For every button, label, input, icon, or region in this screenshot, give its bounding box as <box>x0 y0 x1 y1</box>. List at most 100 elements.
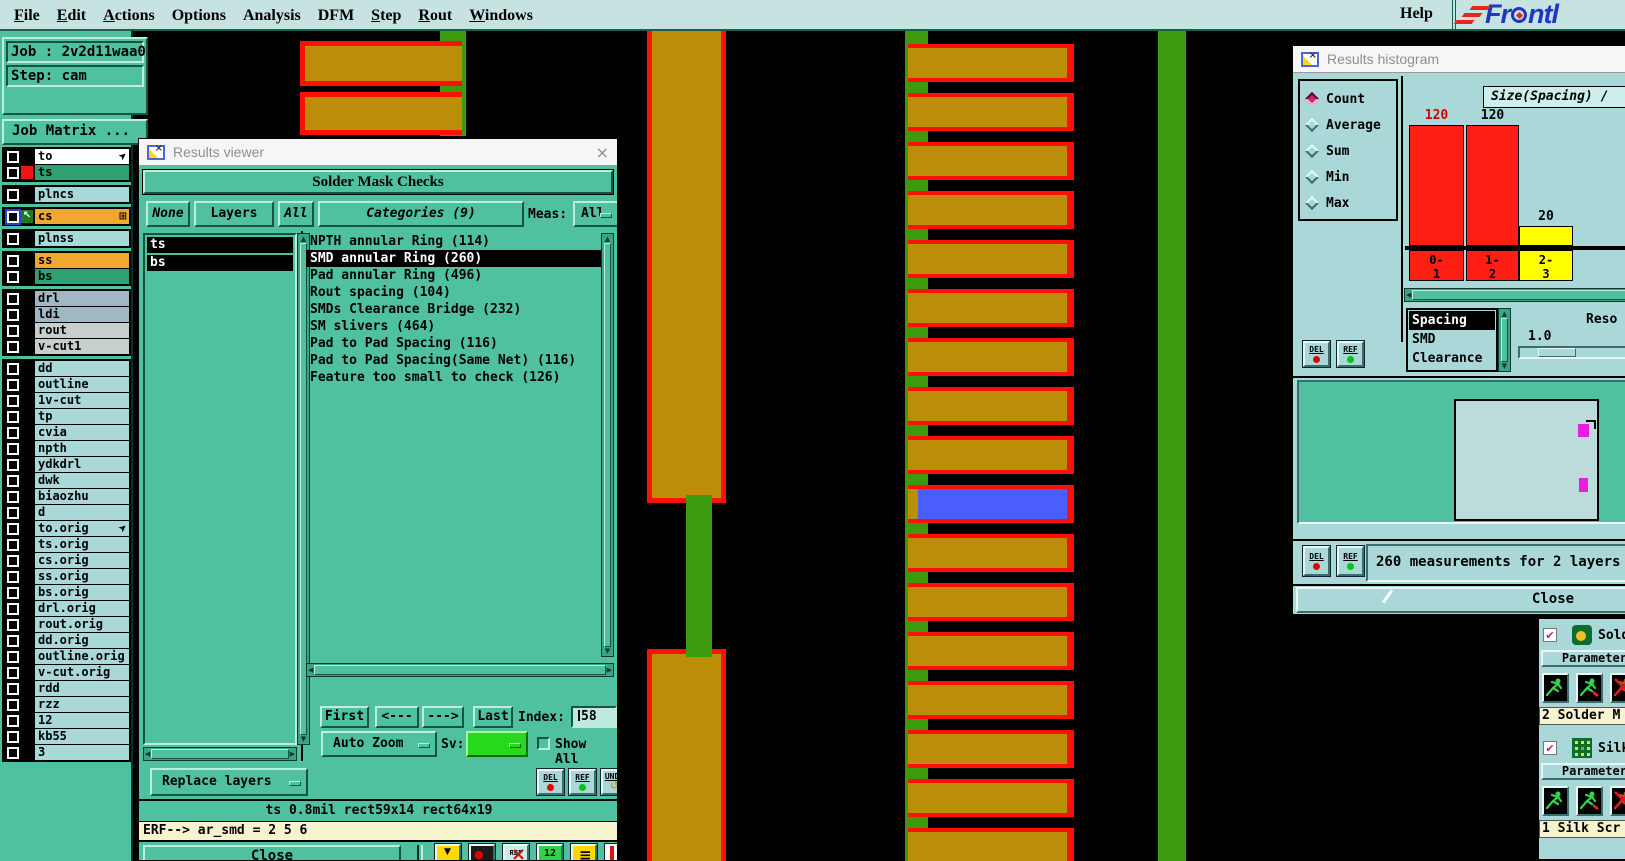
menu-item-rout[interactable]: Rout <box>418 7 452 25</box>
exit-icon[interactable] <box>434 843 462 860</box>
category-item[interactable]: NPTH annular Ring (114) <box>306 233 601 250</box>
hg-measure-list[interactable]: Spacing SMD Clearance <box>1406 308 1498 372</box>
layer-select-checkbox[interactable] <box>7 714 19 727</box>
layer-row-12[interactable]: 12 <box>4 713 129 728</box>
run-selected-action-icon[interactable] <box>1576 673 1603 703</box>
dfm-enabled-checkbox[interactable]: ✔ <box>1543 741 1557 755</box>
layer-select-checkbox[interactable] <box>7 232 19 245</box>
layer-select-checkbox[interactable] <box>7 394 19 407</box>
run-action-icon[interactable] <box>1542 673 1569 703</box>
measure-option-clearance[interactable]: Clearance <box>1409 349 1495 368</box>
meas-dropdown[interactable]: All <box>573 201 617 227</box>
layer-select-checkbox[interactable] <box>7 682 19 695</box>
first-button[interactable]: First <box>320 706 369 728</box>
hg-measure-scrollbar[interactable]: ▲ ▼ <box>1498 308 1511 372</box>
delete-action-icon[interactable] <box>1610 673 1625 703</box>
layer-select-checkbox[interactable] <box>7 490 19 503</box>
ref-button[interactable]: REF <box>1336 340 1365 368</box>
close-button[interactable]: Close <box>143 845 401 860</box>
category-item[interactable]: Pad annular Ring (496) <box>306 267 601 284</box>
layer-select-checkbox[interactable] <box>7 324 19 337</box>
stat-option-max[interactable]: Max <box>1302 190 1394 216</box>
layers-count-icon[interactable]: 12 <box>536 843 564 860</box>
layer-row-dd[interactable]: dd <box>4 361 129 376</box>
sv-color-dropdown[interactable] <box>466 731 528 757</box>
layer-select-checkbox[interactable] <box>7 426 19 439</box>
layer-select-checkbox[interactable] <box>7 474 19 487</box>
layer-row-outline.orig[interactable]: outline.orig <box>4 649 129 664</box>
menu-item-options[interactable]: Options <box>172 7 226 25</box>
layer-select-checkbox[interactable] <box>7 166 19 179</box>
results-layer-ts[interactable]: ts <box>147 237 293 253</box>
layer-row-cvia[interactable]: cvia <box>4 425 129 440</box>
run-action-icon[interactable] <box>1542 786 1569 816</box>
layer-row-plnss[interactable]: plnss <box>4 231 129 246</box>
close-icon[interactable]: × <box>596 143 609 162</box>
dfm-enabled-checkbox[interactable]: ✔ <box>1543 628 1557 642</box>
run-selected-action-icon[interactable] <box>1576 786 1603 816</box>
category-item[interactable]: SMDs Clearance Bridge (232) <box>306 301 601 318</box>
menu-item-file[interactable]: File <box>14 7 40 25</box>
menu-item-dfm[interactable]: DFM <box>318 7 354 25</box>
layers-button[interactable]: Layers <box>194 201 274 227</box>
layer-select-checkbox[interactable] <box>7 292 19 305</box>
layer-row-1v-cut[interactable]: 1v-cut <box>4 393 129 408</box>
rv-category-scrollbar[interactable]: ▲ ▼ <box>601 233 614 657</box>
slider-thumb[interactable] <box>1538 348 1576 357</box>
category-item[interactable]: SM slivers (464) <box>306 318 601 335</box>
layer-select-checkbox[interactable] <box>7 618 19 631</box>
layer-row-ts[interactable]: ts <box>4 165 129 180</box>
report-icon[interactable] <box>570 843 598 860</box>
delete-action-icon[interactable] <box>1610 786 1625 816</box>
layer-select-checkbox[interactable] <box>7 554 19 567</box>
layer-select-checkbox[interactable] <box>7 308 19 321</box>
layer-row-dd.orig[interactable]: dd.orig <box>4 633 129 648</box>
histogram-icon[interactable] <box>604 843 617 860</box>
layer-row-outline[interactable]: outline <box>4 377 129 392</box>
stat-option-sum[interactable]: Sum <box>1302 138 1394 164</box>
layer-select-checkbox[interactable] <box>7 666 19 679</box>
layer-row-bs[interactable]: bs <box>4 269 129 284</box>
category-item[interactable]: Feature too small to check (126) <box>306 369 601 386</box>
layer-row-bs.orig[interactable]: bs.orig <box>4 585 129 600</box>
layer-row-rout[interactable]: rout <box>4 323 129 338</box>
rv-category-list[interactable]: NPTH annular Ring (114) SMD annular Ring … <box>306 233 601 657</box>
measure-option-smd[interactable]: SMD <box>1409 330 1495 349</box>
show-all-checkbox[interactable] <box>537 737 550 750</box>
layer-select-checkbox[interactable] <box>7 538 19 551</box>
layer-select-checkbox[interactable] <box>7 570 19 583</box>
auto-zoom-dropdown[interactable]: Auto Zoom <box>321 731 437 757</box>
layer-row-v-cut1[interactable]: v-cut1 <box>4 339 129 354</box>
layer-row-kb55[interactable]: kb55 <box>4 729 129 744</box>
layer-select-checkbox[interactable] <box>7 746 19 759</box>
layer-select-checkbox[interactable] <box>7 586 19 599</box>
close-button[interactable]: Close <box>1296 587 1625 613</box>
layer-row-cs.orig[interactable]: cs.orig <box>4 553 129 568</box>
layer-select-checkbox[interactable] <box>7 522 19 535</box>
parameters-button[interactable]: Parameters <box>1541 763 1625 780</box>
layer-row-plncs[interactable]: plncs <box>4 187 129 202</box>
rv-category-hscrollbar[interactable]: ◀ ▶ <box>306 663 614 677</box>
layer-select-checkbox[interactable] <box>7 730 19 743</box>
next-button[interactable]: ---> <box>422 706 464 728</box>
none-button[interactable]: None <box>146 201 190 227</box>
layer-select-checkbox[interactable] <box>7 698 19 711</box>
layer-select-checkbox[interactable] <box>7 410 19 423</box>
ref-crossed-icon[interactable]: REF <box>502 843 530 860</box>
category-item[interactable]: Rout spacing (104) <box>306 284 601 301</box>
stat-option-count[interactable]: Count <box>1302 86 1394 112</box>
layer-select-checkbox[interactable] <box>7 362 19 375</box>
hg-hscrollbar[interactable]: ◀▶ <box>1404 288 1625 302</box>
del-button[interactable]: DEL <box>1302 545 1331 577</box>
measurement-mark[interactable] <box>1579 478 1588 492</box>
undo-button[interactable]: UNDO↺ <box>600 768 617 796</box>
del-button[interactable]: DEL <box>536 768 565 796</box>
layer-row-tp[interactable]: tp <box>4 409 129 424</box>
rv-layer-list[interactable]: ts bs <box>143 233 297 745</box>
layer-row-to[interactable]: to ➤ <box>4 149 129 164</box>
ref-button[interactable]: REF <box>568 768 597 796</box>
replace-layers-dropdown[interactable]: Replace layers <box>150 768 308 796</box>
layer-row-v-cut.orig[interactable]: v-cut.orig <box>4 665 129 680</box>
category-item[interactable]: Pad to Pad Spacing (116) <box>306 335 601 352</box>
histogram-titlebar[interactable]: Results histogram <box>1293 46 1625 73</box>
